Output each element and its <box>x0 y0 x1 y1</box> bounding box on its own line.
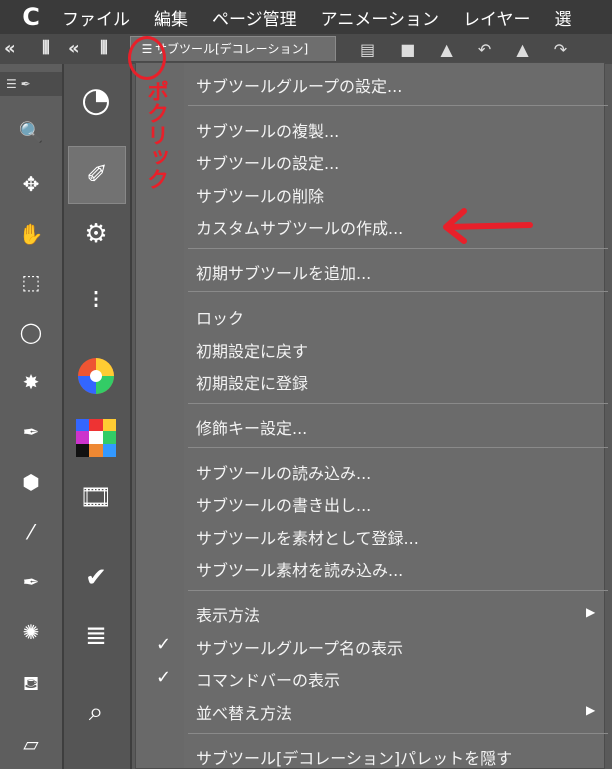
menu-separator <box>188 590 608 591</box>
menu-item-hide-palette[interactable]: サブツール[デコレーション]パレットを隠す <box>196 745 512 769</box>
fill-tool-icon[interactable]: ⛾ <box>0 664 62 704</box>
3d-object-icon[interactable]: ⬢ <box>0 462 62 502</box>
menu-page-management[interactable]: ページ管理 <box>212 5 297 30</box>
annotation-circle <box>128 36 166 80</box>
decoration-more-icon[interactable]: ⁝ <box>68 272 124 328</box>
decoration-settings-icon[interactable]: ⚙ <box>68 206 124 262</box>
menu-item-add-default-subtool[interactable]: 初期サブツールを追加... <box>196 260 371 284</box>
color-wheel-icon[interactable] <box>68 348 124 404</box>
folder-icon[interactable]: ▤ <box>360 40 375 59</box>
subtool-palette-title: サブツール[デコレーション] <box>155 42 309 56</box>
hand-tool-icon[interactable]: ✋ <box>0 214 62 254</box>
menu-item-subtool-settings[interactable]: サブツールの設定... <box>196 150 339 174</box>
annotation-arrow-icon <box>443 208 533 244</box>
menu-item-register-default[interactable]: 初期設定に登録 <box>196 370 308 394</box>
menu-edit[interactable]: 編集 <box>154 5 188 30</box>
menu-item-delete-subtool[interactable]: サブツールの削除 <box>196 183 324 207</box>
grip-icon[interactable]: ⦀ <box>42 38 50 59</box>
menu-item-register-as-material[interactable]: サブツールを素材として登録... <box>196 525 419 549</box>
auto-select-icon[interactable]: ✸ <box>0 362 62 402</box>
subtool-group-column: ◔ ✐ ⚙ ⁝ 🎞 ✔ ≣ ⌕ <box>64 64 132 769</box>
pen-nib-icon[interactable]: ✒ <box>0 562 62 602</box>
menu-item-export-subtool[interactable]: サブツールの書き出し... <box>196 492 371 516</box>
tool-palette: ☰ ✒ 🔍 ✥ ✋ ⬚ ◯ ✸ ✒ ⬢ ⁄ ✒ ✺ ⛾ ▱ <box>0 64 64 769</box>
menu-item-display-method[interactable]: 表示方法 <box>196 602 260 626</box>
undo-icon[interactable]: ↶ <box>478 40 491 59</box>
pen-tool-icon[interactable]: ✒ <box>0 412 62 452</box>
layers-stack-icon[interactable]: ≣ <box>68 608 124 664</box>
square-icon[interactable]: ■ <box>400 40 415 59</box>
eraser-tool-icon[interactable]: ▱ <box>0 724 62 764</box>
tool-palette-header[interactable]: ☰ ✒ <box>0 72 62 96</box>
animation-film-icon[interactable]: 🎞 <box>68 470 124 526</box>
submenu-arrow-icon: ▶ <box>586 703 596 717</box>
triangle-up-icon[interactable]: ▲ <box>440 40 452 59</box>
menu-item-modifier-key-settings[interactable]: 修飾キー設定... <box>196 415 307 439</box>
grip-icon[interactable]: ⦀ <box>100 38 108 59</box>
menu-item-import-subtool-material[interactable]: サブツール素材を読み込み... <box>196 557 403 581</box>
menu-separator <box>188 733 608 734</box>
decoration-group-icon[interactable]: ✐ <box>68 146 126 204</box>
material-folder-icon[interactable]: ⌕ <box>68 684 124 740</box>
annotation-click-text: ポクリック <box>143 80 168 190</box>
lasso-tool-icon[interactable]: ◯ <box>0 312 62 352</box>
menu-item-duplicate-subtool[interactable]: サブツールの複製... <box>196 118 339 142</box>
menu-item-create-custom-subtool[interactable]: カスタムサブツールの作成... <box>196 215 403 239</box>
collapse-left-icon[interactable]: « <box>4 38 16 59</box>
eyedropper-icon[interactable]: ⁄ <box>0 512 62 552</box>
menu-separator <box>188 105 608 106</box>
subtool-context-menu: サブツールグループの設定... サブツールの複製... サブツールの設定... … <box>135 62 608 769</box>
menu-separator <box>188 403 608 404</box>
color-set-icon[interactable] <box>68 410 124 466</box>
menu-item-sort-method[interactable]: 並べ替え方法 <box>196 700 292 724</box>
menubar: C ファイル 編集 ページ管理 アニメーション レイヤー 選 <box>0 0 612 34</box>
collapse-mid-icon[interactable]: « <box>68 38 80 59</box>
check-layer-icon[interactable]: ✔ <box>68 550 124 606</box>
menu-item-subtool-group-settings[interactable]: サブツールグループの設定... <box>196 73 402 97</box>
move-tool-icon[interactable]: ✥ <box>0 164 62 204</box>
selection-tool-icon[interactable]: ⬚ <box>0 262 62 302</box>
checkmark-icon: ✓ <box>156 667 172 688</box>
submenu-arrow-icon: ▶ <box>586 605 596 619</box>
menu-separator <box>188 291 608 292</box>
menu-item-lock[interactable]: ロック <box>196 305 244 329</box>
object-select-icon[interactable]: ◔ <box>68 72 124 128</box>
decoration-tool-icon[interactable]: ✺ <box>0 612 62 652</box>
triangle-up-icon[interactable]: ▲ <box>516 40 528 59</box>
menu-file[interactable]: ファイル <box>62 5 130 30</box>
menu-separator <box>188 248 608 249</box>
menu-item-show-command-bar[interactable]: コマンドバーの表示 <box>196 667 340 691</box>
menu-item-import-subtool[interactable]: サブツールの読み込み... <box>196 460 371 484</box>
redo-icon[interactable]: ↷ <box>554 40 567 59</box>
app-logo[interactable]: C <box>0 0 62 34</box>
zoom-tool-icon[interactable]: 🔍 <box>0 112 62 152</box>
command-bar-icons: ▤ ■ ▲ ↶ ▲ ↷ <box>360 40 587 59</box>
menu-select[interactable]: 選 <box>555 5 572 30</box>
menu-animation[interactable]: アニメーション <box>321 5 439 30</box>
menu-layer[interactable]: レイヤー <box>463 5 531 30</box>
menu-item-reset-to-default[interactable]: 初期設定に戻す <box>196 338 308 362</box>
menu-item-show-group-name[interactable]: サブツールグループ名の表示 <box>196 635 403 659</box>
menu-separator <box>188 447 608 448</box>
checkmark-icon: ✓ <box>156 634 172 655</box>
